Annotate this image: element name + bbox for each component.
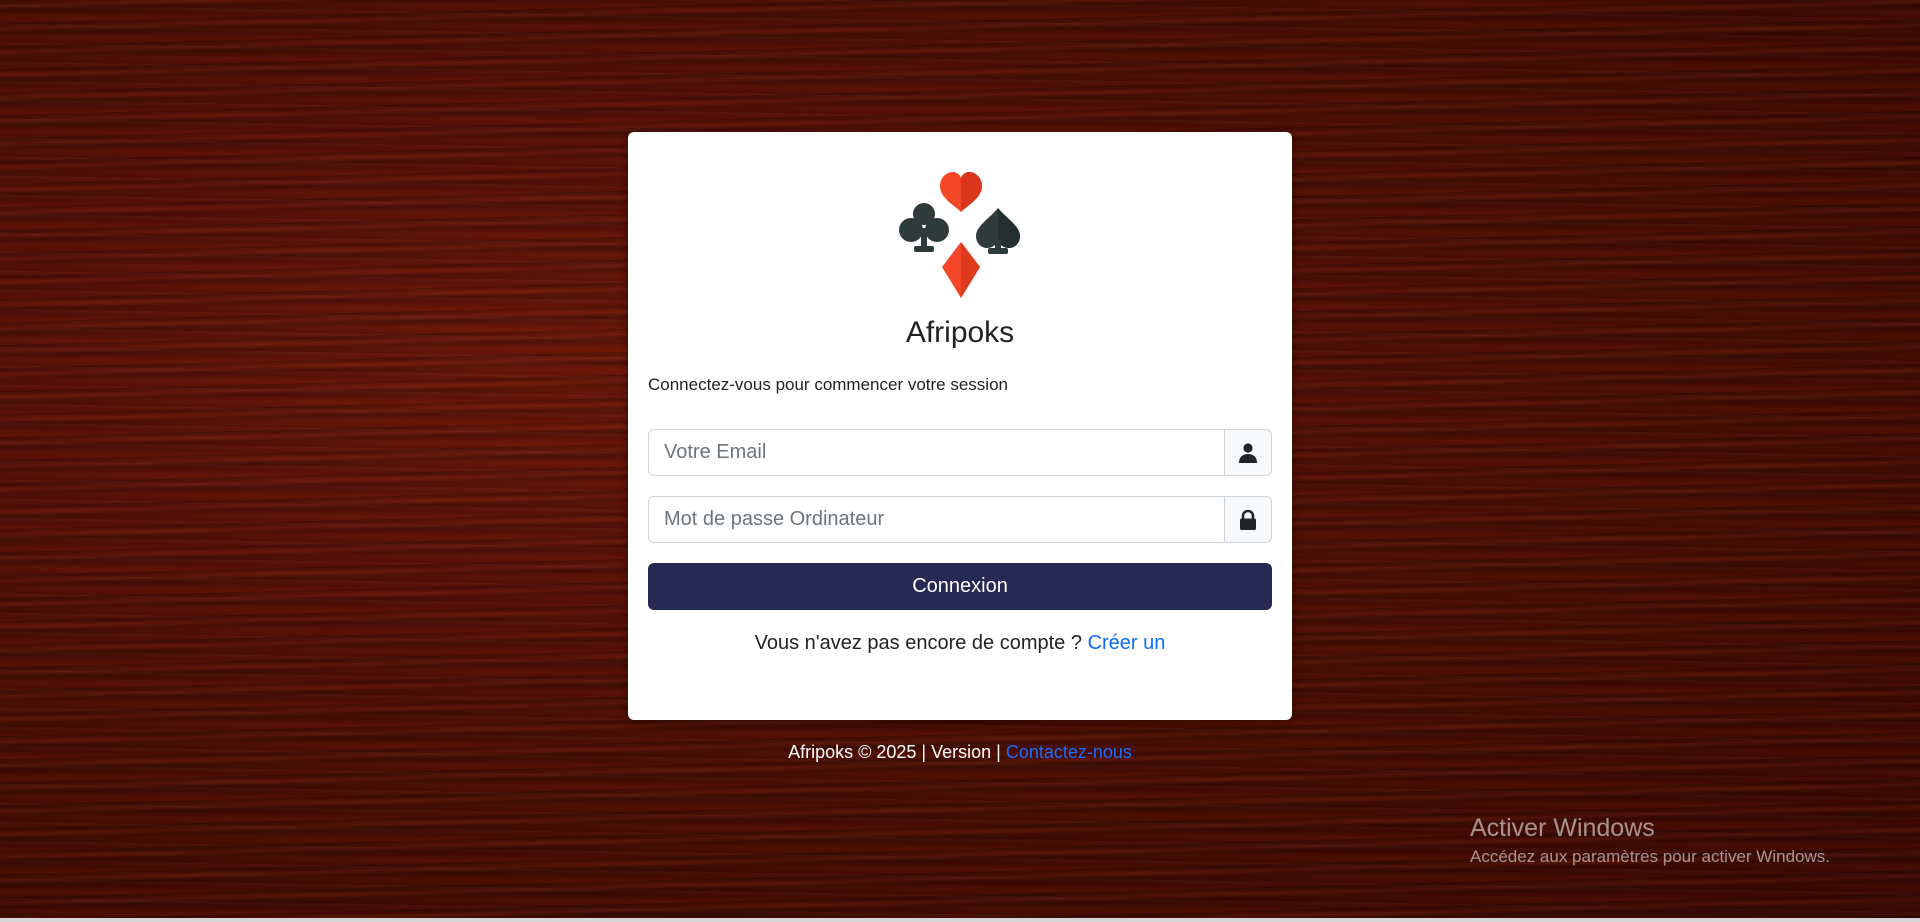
- bottom-edge-strip: [0, 918, 1920, 922]
- password-input-group: [648, 496, 1272, 543]
- create-account-link[interactable]: Créer un: [1088, 632, 1166, 654]
- footer-copyright: Afripoks © 2025 | Version |: [788, 742, 1001, 762]
- password-input[interactable]: [648, 496, 1224, 543]
- login-button[interactable]: Connexion: [648, 563, 1272, 610]
- watermark-subtitle: Accédez aux paramètres pour activer Wind…: [1470, 847, 1830, 866]
- windows-activation-watermark: Activer Windows Accédez aux paramètres p…: [1470, 814, 1830, 867]
- lock-icon: [1240, 509, 1256, 530]
- password-addon: [1224, 496, 1272, 543]
- user-icon: [1239, 442, 1257, 463]
- contact-link[interactable]: Contactez-nous: [1006, 742, 1132, 762]
- club-icon: [899, 203, 949, 252]
- login-card: Afripoks Connectez-vous pour commencer v…: [628, 132, 1292, 720]
- email-addon: [1224, 429, 1272, 476]
- card-suits-logo: [899, 172, 1020, 298]
- register-text: Vous n'avez pas encore de compte ?: [754, 632, 1082, 654]
- brand-title: Afripoks: [905, 316, 1015, 349]
- spade-icon: [976, 208, 1020, 254]
- email-input[interactable]: [648, 429, 1224, 476]
- watermark-title: Activer Windows: [1470, 814, 1655, 842]
- register-prompt: Vous n'avez pas encore de compte ? Créer…: [628, 632, 1292, 655]
- email-input-group: [648, 429, 1272, 476]
- page-footer: Afripoks © 2025 | Version | Contactez-no…: [0, 742, 1920, 763]
- login-subtitle: Connectez-vous pour commencer votre sess…: [648, 375, 1008, 394]
